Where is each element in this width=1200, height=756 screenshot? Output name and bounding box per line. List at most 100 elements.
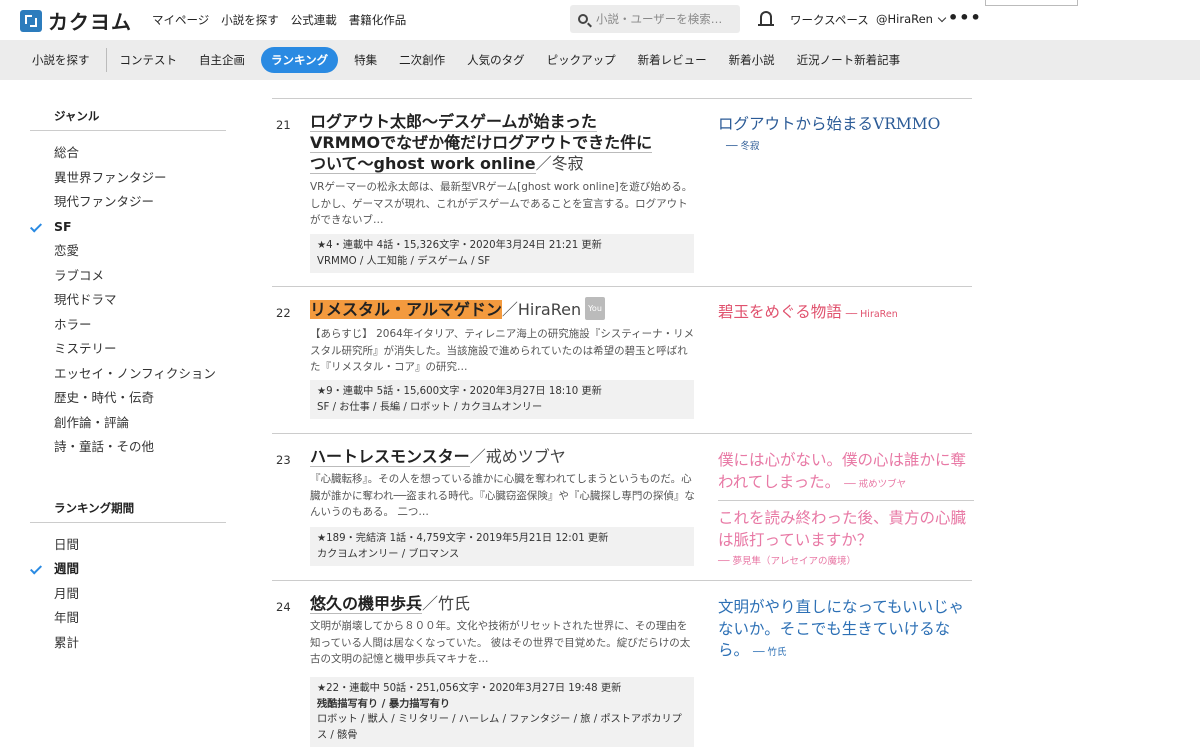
work-summary: 【あらすじ】 2064年イタリア、ティレニア海上の研究施設『システィーナ・リメス…	[310, 328, 695, 373]
genre-item[interactable]: 創作論・評論	[30, 411, 230, 436]
check-icon	[29, 562, 43, 575]
work-title: ログアウト太郎〜デスゲームが始まったVRMMOでなぜか俺だけログアウトできた件に…	[310, 111, 660, 174]
you-badge: You	[585, 297, 605, 320]
work-title: 悠久の機甲歩兵／竹氏	[310, 593, 660, 614]
nav-find-novels[interactable]: 小説を探す	[221, 12, 279, 28]
subnav-ranking[interactable]: ランキング	[261, 47, 339, 73]
search-input[interactable]	[596, 12, 726, 26]
genre-item[interactable]: ホラー	[30, 313, 230, 338]
user-menu[interactable]: @HiraRen	[876, 12, 947, 26]
work-tags[interactable]: SF / お仕事 / 長編 / ロボット / カクヨムオンリー	[317, 400, 687, 416]
period-item[interactable]: 週間	[29, 557, 230, 582]
catchphrase-text: 僕には心がない。僕の心は誰かに奪われてしまった。	[718, 451, 967, 491]
ranking-entry: 22 リメスタル・アルマゲドン／HiraRen You 【あらすじ】 2064年イ…	[272, 286, 972, 433]
catchphrase: 碧玉をめぐる物語 ── HiraRen	[718, 302, 974, 326]
popup-edge	[985, 0, 1078, 6]
rank-number: 21	[276, 118, 291, 132]
work-tags[interactable]: カクヨムオンリー / ブロマンス	[317, 547, 687, 563]
subnav-feature[interactable]: 特集	[343, 52, 388, 68]
genre-item-label: SF	[54, 218, 72, 234]
genre-item[interactable]: 詩・童話・その他	[30, 435, 230, 460]
catchphrase: ログアウトから始まるVRMMO ── 冬寂	[718, 114, 974, 157]
genre-item[interactable]: 現代ファンタジー	[30, 190, 230, 215]
check-icon	[29, 219, 43, 233]
ranking-entry: 24 悠久の機甲歩兵／竹氏 文明が崩壊してから８００年。文化や技術がリセットされ…	[272, 580, 972, 756]
genre-item-label: 恋愛	[54, 243, 80, 258]
author-link[interactable]: ／冬寂	[536, 154, 584, 173]
period-item[interactable]: 累計	[30, 631, 230, 656]
genre-item[interactable]: 総合	[30, 141, 230, 166]
genre-list: 総合 異世界ファンタジー現代ファンタジー SF 恋愛ラブコメ 現代ドラマホラーミステリー…	[29, 141, 230, 460]
subnav-fanfiction[interactable]: 二次創作	[388, 52, 456, 68]
genre-item[interactable]: 異世界ファンタジー	[30, 166, 230, 191]
work-stats: ★9・連載中 5話・15,600文字・2020年3月27日 18:10 更新	[317, 386, 602, 397]
period-item[interactable]: 年間	[30, 606, 230, 631]
subnav-popular-tags[interactable]: 人気のタグ	[456, 52, 536, 68]
genre-item-label: ホラー	[54, 316, 92, 332]
work-meta: ★22・連載中 50話・251,056文字・2020年3月27日 19:48 更…	[310, 677, 694, 747]
search-icon[interactable]	[578, 14, 588, 24]
subnav-self-planning[interactable]: 自主企画	[188, 52, 256, 68]
bell-icon[interactable]	[758, 11, 774, 26]
genre-item[interactable]: ラブコメ	[30, 264, 230, 289]
period-item[interactable]: 月間	[30, 582, 230, 607]
genre-item[interactable]: SF	[29, 215, 230, 240]
nav-published[interactable]: 書籍化作品	[349, 12, 407, 28]
subnav-pickup[interactable]: ピックアップ	[536, 52, 627, 68]
work-summary: 文明が崩壊してから８００年。文化や技術がリセットされた世界に、その理由を知ってい…	[310, 620, 691, 665]
ranking-filter-sidebar: ジャンル 総合 異世界ファンタジー現代ファンタジー SF 恋愛ラブコメ 現代ドラマホラー…	[29, 108, 230, 656]
subnav-new-notes[interactable]: 近況ノート新着記事	[786, 52, 912, 68]
catchphrase-divider	[718, 500, 974, 501]
kakuyomu-logo-icon	[20, 9, 42, 32]
genre-item[interactable]: 歴史・時代・伝奇	[30, 386, 230, 411]
site-logo[interactable]: カクヨム	[20, 6, 132, 35]
work-tags[interactable]: VRMMO / 人工知能 / デスゲーム / SF	[317, 254, 687, 270]
user-name: @HiraRen	[876, 12, 933, 26]
author-link[interactable]: ／戒めツブヤ	[470, 447, 566, 466]
work-tags[interactable]: ロボット / 獣人 / ミリタリー / ハーレム / ファンタジー / 旅 / …	[317, 712, 687, 743]
ranking-entry: 23 ハートレスモンスター／戒めツブヤ 『心臓転移』。その人を想っている誰かに心…	[272, 433, 974, 580]
genre-item-label: 歴史・時代・伝奇	[54, 390, 155, 405]
rank-number: 23	[276, 453, 291, 467]
workspace-link[interactable]: ワークスペース	[790, 12, 869, 28]
period-item-label: 日間	[54, 536, 80, 552]
work-title-link[interactable]: ハートレスモンスター	[310, 447, 470, 467]
author-link[interactable]: ／HiraRen	[502, 300, 581, 319]
catchphrase-author: ── HiraRen	[845, 309, 898, 320]
period-item-label: 年間	[54, 610, 80, 625]
more-icon[interactable]: •••	[948, 8, 982, 27]
catchphrase-author: ── 冬寂	[726, 140, 760, 152]
subnav-find-novels[interactable]: 小説を探す	[0, 52, 104, 68]
genre-item[interactable]: ミステリー	[30, 337, 230, 362]
work-title: リメスタル・アルマゲドン／HiraRen You	[310, 297, 660, 322]
genre-item-label: 現代ファンタジー	[54, 194, 155, 209]
work-summary: 『心臓転移』。その人を想っている誰かに心臓を奪われてしまうというものだ。心臓が誰…	[310, 473, 695, 518]
work-title: ハートレスモンスター／戒めツブヤ	[310, 446, 660, 467]
work-title-link[interactable]: リメスタル・アルマゲドン	[310, 300, 502, 319]
catchphrase: 文明がやり直しになってもいいじゃないか。そこでも生きていけるなら。 ── 竹氏	[718, 597, 974, 664]
work-title-link[interactable]: ログアウト太郎〜デスゲームが始まったVRMMOでなぜか俺だけログアウトできた件に…	[310, 112, 653, 174]
subnav-new-reviews[interactable]: 新着レビュー	[627, 52, 718, 68]
genre-item[interactable]: 恋愛	[30, 239, 230, 264]
subnav-contest[interactable]: コンテスト	[109, 52, 189, 68]
genre-title: ジャンル	[30, 108, 226, 131]
genre-item-label: 創作論・評論	[54, 414, 130, 430]
chevron-down-icon	[937, 13, 947, 23]
rank-number: 24	[276, 600, 291, 614]
nav-official[interactable]: 公式連載	[291, 12, 337, 28]
ranking-list: 21 ログアウト太郎〜デスゲームが始まったVRMMOでなぜか俺だけログアウトでき…	[272, 98, 974, 756]
search-box[interactable]	[570, 5, 740, 33]
rank-number: 22	[276, 306, 291, 320]
genre-item-label: 詩・童話・その他	[54, 439, 155, 454]
nav-mypage[interactable]: マイページ	[152, 12, 209, 28]
genre-item[interactable]: エッセイ・ノンフィクション	[30, 362, 230, 387]
period-item-label: 週間	[54, 561, 80, 576]
catchphrase-text: 碧玉をめぐる物語	[718, 303, 842, 321]
subnav-new-novels[interactable]: 新着小説	[718, 52, 786, 68]
top-nav: マイページ 小説を探す 公式連載 書籍化作品	[152, 12, 406, 28]
author-link[interactable]: ／竹氏	[422, 594, 470, 613]
work-title-link[interactable]: 悠久の機甲歩兵	[310, 594, 423, 614]
genre-item[interactable]: 現代ドラマ	[30, 288, 230, 313]
period-item[interactable]: 日間	[30, 533, 230, 558]
period-list: 日間週間月間年間累計	[29, 533, 230, 656]
